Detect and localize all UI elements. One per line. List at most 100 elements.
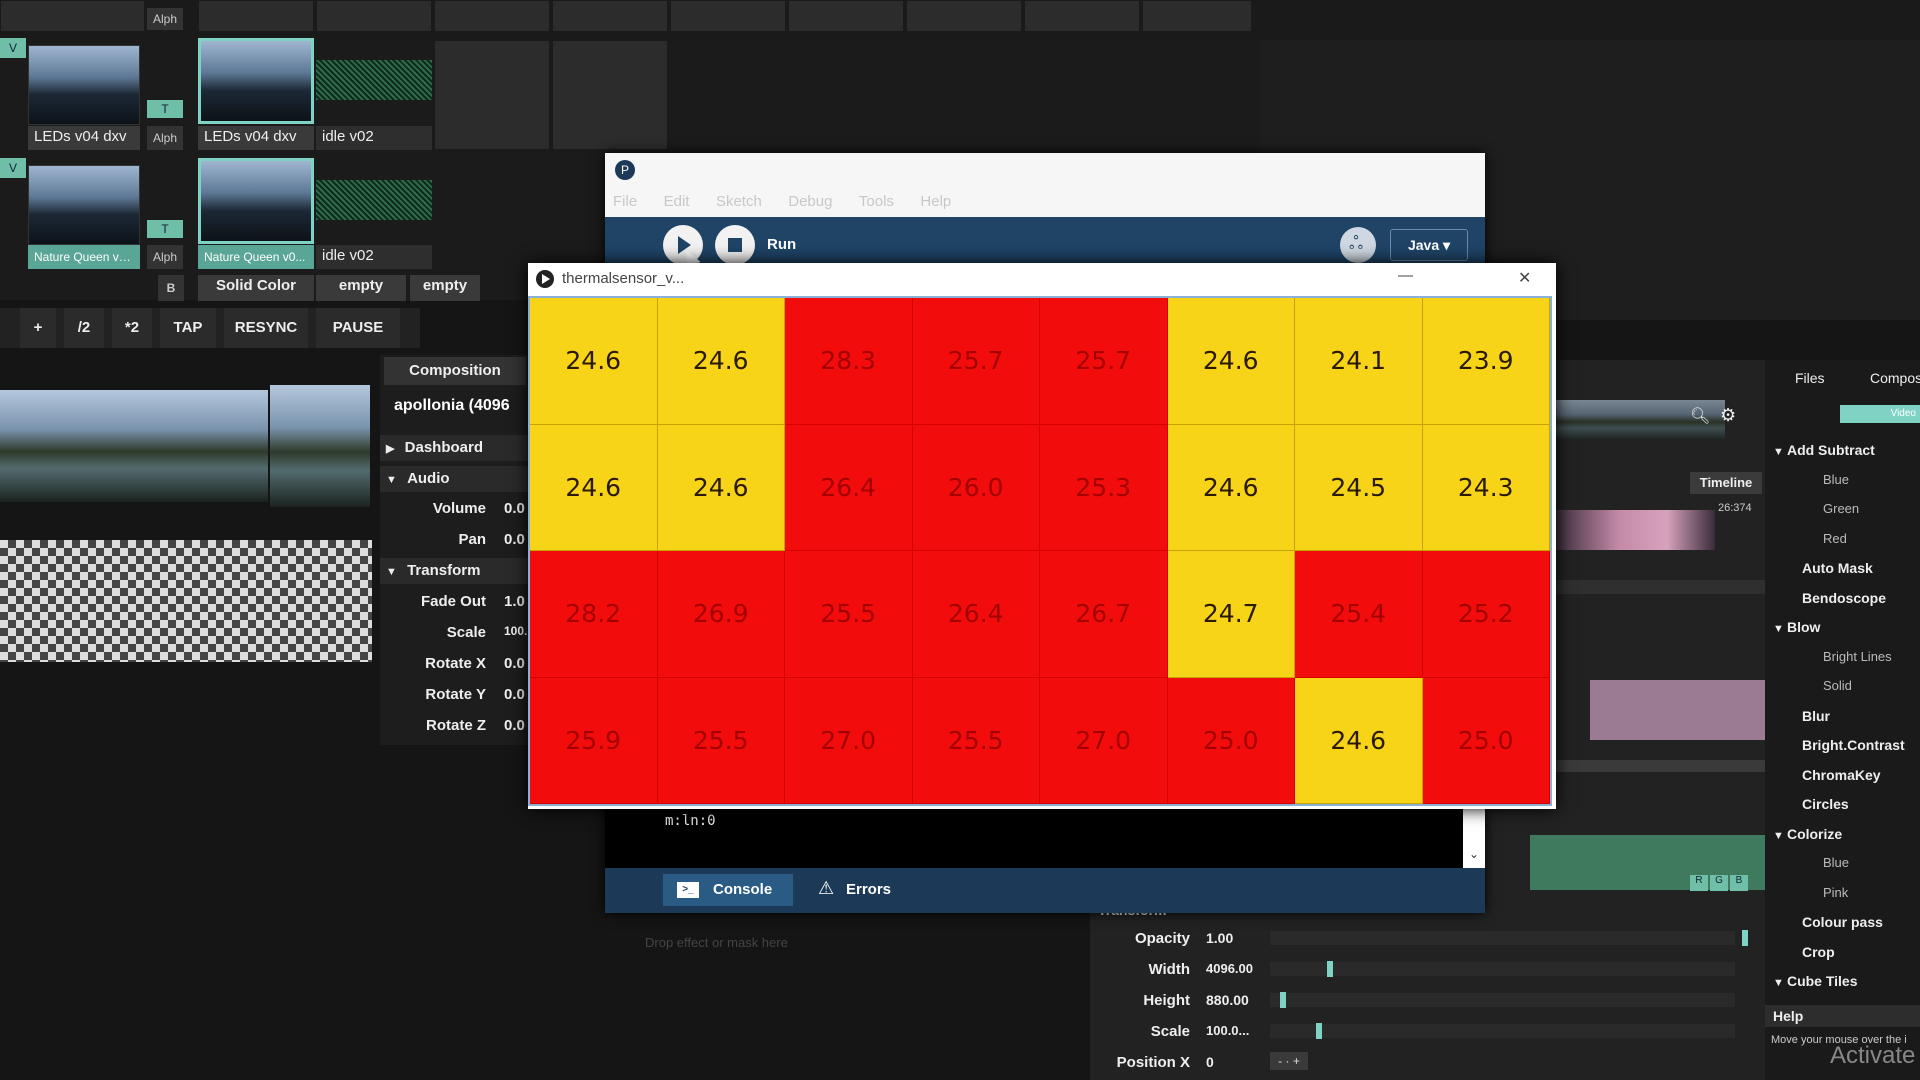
timeline-button[interactable]: Timeline	[1690, 472, 1762, 494]
composition-tab[interactable]: Composition	[384, 357, 526, 385]
position-x-stepper[interactable]: - · +	[1270, 1052, 1308, 1070]
resync-button[interactable]: RESYNC	[224, 308, 308, 348]
effect-group[interactable]: ▼ Cube Tiles	[1773, 973, 1858, 989]
deck-cell[interactable]	[316, 0, 432, 32]
deck-cell[interactable]	[198, 0, 314, 32]
mode-selector[interactable]: Java ▾	[1390, 229, 1468, 261]
prop-value[interactable]: 880.00	[1206, 992, 1249, 1008]
effect-item[interactable]: Circles	[1802, 796, 1849, 812]
prop-value[interactable]: 4096.00	[1206, 961, 1253, 976]
thermal-cell: 25.5	[912, 677, 1040, 804]
rgb-r-toggle[interactable]: R	[1690, 875, 1708, 891]
decrement-button[interactable]: -	[1278, 1054, 1282, 1068]
deck-cell[interactable]	[670, 0, 786, 32]
deck-cell[interactable]	[434, 0, 550, 32]
width-slider[interactable]	[1270, 962, 1735, 976]
double-tempo-button[interactable]: *2	[112, 308, 152, 348]
menu-help[interactable]: Help	[920, 193, 951, 210]
deck-cell[interactable]	[552, 40, 668, 150]
slider-thumb[interactable]	[1742, 930, 1748, 946]
clip-label[interactable]: empty	[410, 275, 480, 301]
clip-label[interactable]: LEDs v04 dxv	[28, 126, 140, 150]
menu-debug[interactable]: Debug	[788, 193, 832, 210]
effect-item[interactable]: ChromaKey	[1802, 767, 1881, 783]
play-glyph	[542, 274, 550, 284]
effect-item[interactable]: Bendoscope	[1802, 590, 1886, 606]
deck-cell[interactable]	[1142, 0, 1252, 32]
effect-item[interactable]: Bright.Contrast	[1802, 737, 1905, 753]
clip-label[interactable]: LEDs v04 dxv	[198, 126, 314, 150]
bypass-toggle[interactable]: B	[158, 275, 184, 301]
add-button[interactable]: +	[20, 308, 56, 348]
debugger-button[interactable]: ஃ	[1340, 227, 1376, 263]
effect-item[interactable]: Pink	[1823, 885, 1848, 900]
tab-compositions[interactable]: Compos	[1870, 370, 1920, 386]
effect-item[interactable]: Blue	[1823, 855, 1849, 870]
rgb-g-toggle[interactable]: G	[1710, 875, 1728, 891]
deck-cell[interactable]	[0, 0, 145, 32]
clip-label[interactable]: empty	[316, 275, 406, 301]
tab-console[interactable]: >_ Console	[663, 874, 793, 906]
effect-item[interactable]: Auto Mask	[1802, 560, 1873, 576]
pause-button[interactable]: PAUSE	[316, 308, 400, 348]
rgb-b-toggle[interactable]: B	[1730, 875, 1748, 891]
opacity-slider[interactable]	[1270, 931, 1735, 945]
close-button[interactable]: ✕	[1518, 268, 1531, 288]
slider-thumb[interactable]	[1280, 992, 1286, 1008]
increment-button[interactable]: +	[1293, 1054, 1300, 1068]
menu-file[interactable]: File	[613, 193, 637, 210]
scale-slider[interactable]	[1270, 1024, 1735, 1038]
stop-button[interactable]	[715, 225, 755, 265]
effect-item[interactable]: Blur	[1802, 708, 1830, 724]
section-dashboard[interactable]: ▶ Dashboard	[380, 435, 532, 461]
effect-item[interactable]: Crop	[1802, 944, 1835, 960]
alpha-toggle[interactable]: Alph	[147, 8, 183, 30]
clip-thumbnail[interactable]	[316, 180, 432, 220]
clip-thumbnail-selected[interactable]	[198, 38, 314, 124]
menu-edit[interactable]: Edit	[664, 193, 690, 210]
prop-value[interactable]: 0	[1206, 1054, 1214, 1070]
deck-cell[interactable]	[434, 40, 550, 150]
section-transform[interactable]: ▼ Transform	[380, 558, 532, 584]
clip-thumbnail[interactable]	[316, 60, 432, 100]
clip-label[interactable]: idle v02	[316, 126, 432, 150]
prop-value[interactable]: 1.00	[1206, 930, 1233, 946]
alpha-toggle[interactable]: Alph	[147, 245, 183, 269]
effect-group[interactable]: ▼ Colorize	[1773, 826, 1842, 842]
search-icon[interactable]: 🔍︎	[1690, 406, 1710, 426]
section-audio[interactable]: ▼ Audio	[380, 466, 532, 492]
tab-files[interactable]: Files	[1795, 370, 1825, 386]
effect-item[interactable]: Blue	[1823, 472, 1849, 487]
effect-group[interactable]: ▼ Blow	[1773, 619, 1820, 635]
clip-label[interactable]: Nature Queen v0...	[198, 245, 314, 269]
prop-value[interactable]: 100.0...	[1206, 1023, 1249, 1038]
effect-item[interactable]: Colour pass	[1802, 914, 1883, 930]
effect-item[interactable]: Solid	[1823, 678, 1852, 693]
effect-item[interactable]: Red	[1823, 531, 1847, 546]
clip-thumbnail[interactable]	[28, 165, 140, 245]
deck-cell[interactable]	[788, 0, 904, 32]
slider-thumb[interactable]	[1327, 961, 1333, 977]
gear-icon[interactable]: ⚙	[1720, 405, 1736, 426]
video-badge[interactable]: Video	[1840, 405, 1920, 423]
half-tempo-button[interactable]: /2	[64, 308, 104, 348]
deck-cell[interactable]	[1024, 0, 1140, 32]
effect-item[interactable]: Green	[1823, 501, 1859, 516]
clip-label[interactable]: Solid Color	[198, 275, 314, 301]
slider-thumb[interactable]	[1316, 1023, 1322, 1039]
tab-errors[interactable]: ⚠ Errors	[810, 874, 910, 906]
tap-button[interactable]: TAP	[160, 308, 216, 348]
clip-thumbnail[interactable]	[28, 45, 140, 125]
clip-thumbnail-selected[interactable]	[198, 158, 314, 244]
menu-tools[interactable]: Tools	[859, 193, 894, 210]
menu-sketch[interactable]: Sketch	[716, 193, 762, 210]
clip-label[interactable]: idle v02	[316, 245, 432, 269]
height-slider[interactable]	[1270, 993, 1735, 1007]
minimize-button[interactable]: —	[1398, 267, 1413, 284]
effect-item[interactable]: Bright Lines	[1823, 649, 1892, 664]
clip-label[interactable]: Nature Queen v0...	[28, 245, 140, 269]
deck-cell[interactable]	[552, 0, 668, 32]
alpha-toggle[interactable]: Alph	[147, 126, 183, 150]
effect-group[interactable]: ▼ Add Subtract	[1773, 442, 1875, 458]
deck-cell[interactable]	[906, 0, 1022, 32]
